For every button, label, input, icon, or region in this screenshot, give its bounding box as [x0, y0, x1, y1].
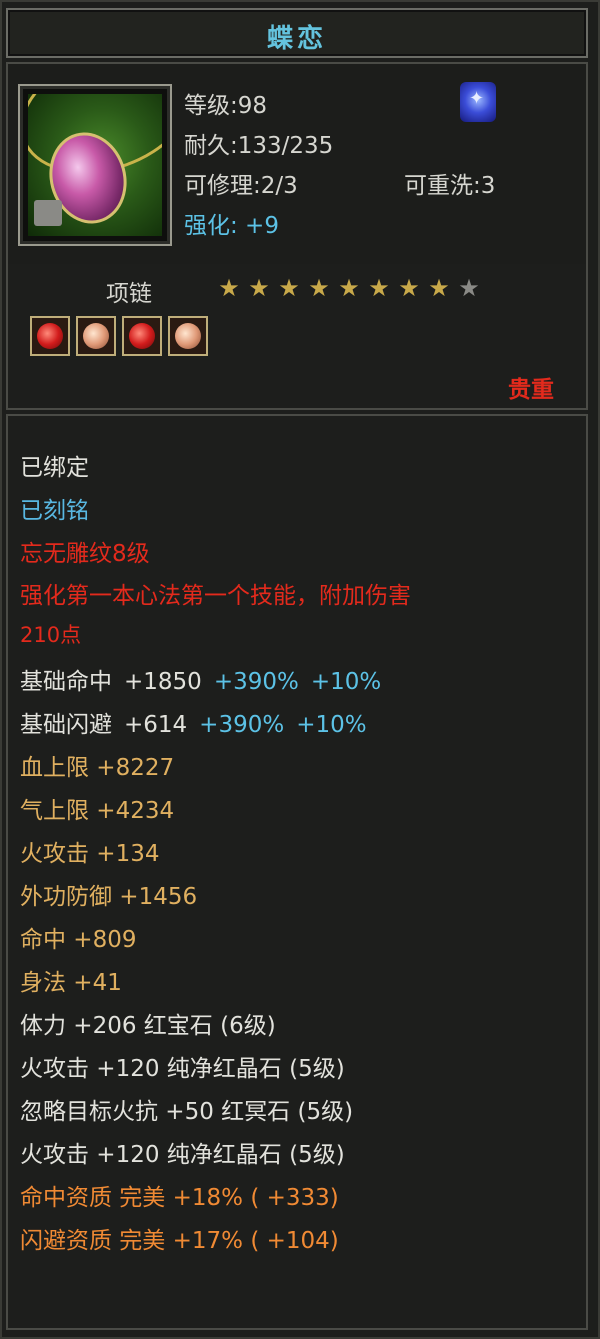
base-dodge-value: +614 [124, 712, 188, 738]
item-tooltip: 蝶恋 等级:98 耐久:133/235 可修理:2/3 可重洗:3 强化: +9… [0, 0, 600, 1339]
base-dodge-label: 基础闪避 [20, 712, 112, 738]
engraved-status: 已刻铭 [20, 498, 89, 524]
base-hit-bonus1: +390% [213, 669, 299, 695]
star-rating: ★ ★ ★ ★ ★ ★ ★ ★ ★ [214, 276, 484, 300]
star-icon: ★ [218, 274, 240, 302]
base-hit-value: +1850 [124, 669, 202, 695]
socket-red-gem-icon[interactable] [122, 316, 162, 356]
fire-attack: 火攻击 +134 [20, 841, 160, 867]
rarity-label: 贵重 [508, 377, 554, 403]
base-dodge-bonus2: +10% [296, 712, 367, 738]
star-icon: ★ [398, 274, 420, 302]
enhance-stat: 强化: +9 [184, 213, 279, 239]
item-name: 蝶恋 [266, 24, 327, 54]
star-icon: ★ [248, 274, 270, 302]
slot-type-label: 项链 [106, 281, 152, 307]
star-icon: ★ [368, 274, 390, 302]
item-slot-panel: 项链 ★ ★ ★ ★ ★ ★ ★ ★ ★ 贵重 [6, 264, 588, 410]
engrave-desc-cont: 210点 [20, 623, 82, 647]
item-header-panel: 等级:98 耐久:133/235 可修理:2/3 可重洗:3 强化: +9 [6, 62, 588, 266]
gem-bonus-1: 体力 +206 红宝石 (6级) [20, 1013, 276, 1039]
item-icon-frame [18, 84, 172, 246]
star-empty-icon: ★ [458, 274, 480, 302]
base-dodge-bonus1: +390% [199, 712, 285, 738]
item-attributes-panel: 已绑定 已刻铭 忘无雕纹8级 强化第一本心法第一个技能，附加伤害 210点 基础… [6, 414, 588, 1330]
gem-bonus-2: 火攻击 +120 纯净红晶石 (5级) [20, 1056, 345, 1082]
gem-sockets [30, 316, 214, 360]
base-hit-bonus2: +10% [310, 669, 382, 695]
engrave-gem-icon[interactable] [460, 82, 496, 122]
accuracy: 命中 +809 [20, 927, 137, 953]
socket-pale-gem-icon[interactable] [76, 316, 116, 356]
bound-lock-icon [34, 200, 62, 226]
dodge-quality: 闪避资质 完美 +17% ( +104) [20, 1228, 339, 1254]
external-defense: 外功防御 +1456 [20, 884, 198, 910]
qi-limit: 气上限 +4234 [20, 798, 175, 824]
durability-stat: 耐久:133/235 [184, 133, 334, 159]
star-icon: ★ [428, 274, 450, 302]
base-dodge-row: 基础闪避 +614 +390% +10% [20, 705, 367, 739]
hp-limit: 血上限 +8227 [20, 755, 175, 781]
title-bar: 蝶恋 [6, 8, 588, 58]
necklace-icon [28, 94, 162, 236]
star-icon: ★ [278, 274, 300, 302]
engrave-desc: 强化第一本心法第一个技能，附加伤害 [20, 583, 411, 609]
engrave-name: 忘无雕纹8级 [20, 541, 150, 567]
socket-pale-gem-icon[interactable] [168, 316, 208, 356]
star-icon: ★ [338, 274, 360, 302]
socket-red-gem-icon[interactable] [30, 316, 70, 356]
base-hit-row: 基础命中 +1850 +390% +10% [20, 662, 381, 696]
gem-bonus-4: 火攻击 +120 纯净红晶石 (5级) [20, 1142, 345, 1168]
level-stat: 等级:98 [184, 93, 268, 119]
bound-status: 已绑定 [20, 455, 89, 481]
hit-quality: 命中资质 完美 +18% ( +333) [20, 1185, 339, 1211]
star-icon: ★ [308, 274, 330, 302]
repairable-stat: 可修理:2/3 [184, 173, 298, 199]
agility: 身法 +41 [20, 970, 122, 996]
rewashable-stat: 可重洗:3 [404, 173, 496, 199]
base-hit-label: 基础命中 [20, 669, 112, 695]
gem-bonus-3: 忽略目标火抗 +50 红冥石 (5级) [20, 1099, 354, 1125]
